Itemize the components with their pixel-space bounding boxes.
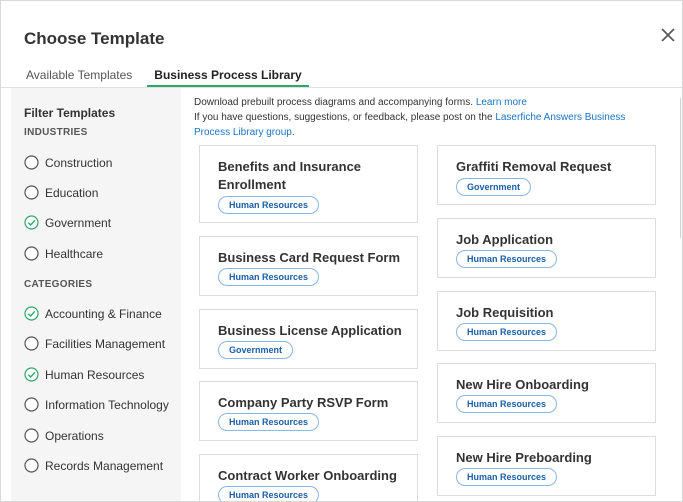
filter-label: Healthcare <box>45 246 104 261</box>
template-title: New Hire Preboarding <box>456 450 592 465</box>
radio-unchecked-icon <box>24 458 39 473</box>
template-card[interactable]: Graffiti Removal Request Government <box>437 145 656 205</box>
library-info: Download prebuilt process diagrams and a… <box>194 95 664 140</box>
radio-unchecked-icon <box>24 155 39 170</box>
category-badge: Human Resources <box>456 395 558 413</box>
template-title: New Hire Onboarding <box>456 377 589 392</box>
category-badge: Human Resources <box>218 413 320 431</box>
radio-unchecked-icon <box>24 336 39 351</box>
filter-label: Government <box>45 215 112 230</box>
category-badge: Human Resources <box>218 196 320 214</box>
dialog-title: Choose Template <box>24 29 165 48</box>
industries-heading: INDUSTRIES <box>24 127 88 138</box>
filter-category-accounting-finance[interactable]: Accounting & Finance <box>24 306 162 321</box>
template-title: Business License Application <box>218 323 402 338</box>
info-text: . <box>291 127 295 138</box>
filter-label: Human Resources <box>45 367 145 382</box>
template-title: Job Application <box>456 232 554 247</box>
filter-category-facilities-management[interactable]: Facilities Management <box>24 336 165 351</box>
filter-label: Records Management <box>45 458 164 473</box>
radio-unchecked-icon <box>24 397 39 412</box>
template-card[interactable]: New Hire Preboarding Human Resources <box>437 436 656 496</box>
template-card[interactable]: Business Card Request Form Human Resourc… <box>199 236 418 296</box>
check-circle-icon <box>24 306 39 321</box>
learn-more-link[interactable]: Learn more <box>476 97 527 108</box>
category-badge: Human Resources <box>456 250 558 268</box>
filter-industry-education[interactable]: Education <box>24 185 98 200</box>
filter-heading: Filter Templates <box>24 106 116 120</box>
category-badge: Government <box>218 341 294 359</box>
info-text: Download prebuilt process diagrams and a… <box>194 97 474 108</box>
filter-label: Construction <box>45 155 113 170</box>
category-badge: Human Resources <box>218 486 320 501</box>
filter-industry-healthcare[interactable]: Healthcare <box>24 246 103 261</box>
choose-template-dialog: Choose Template Available Templates Busi… <box>0 0 683 502</box>
check-circle-icon <box>24 367 39 382</box>
filter-category-information-technology[interactable]: Information Technology <box>24 397 169 412</box>
template-card[interactable]: Job Requisition Human Resources <box>437 291 656 351</box>
filter-category-records-management[interactable]: Records Management <box>24 458 163 473</box>
template-title: Business Card Request Form <box>218 250 401 265</box>
tab-bar: Available Templates Business Process Lib… <box>19 65 317 87</box>
category-badge: Human Resources <box>218 268 320 286</box>
template-card[interactable]: Company Party RSVP Form Human Resources <box>199 381 418 441</box>
category-badge: Human Resources <box>456 323 558 341</box>
tab-available-templates[interactable]: Available Templates <box>19 65 139 87</box>
category-badge: Government <box>456 178 532 196</box>
template-title: Graffiti Removal Request <box>456 159 612 174</box>
filter-category-human-resources[interactable]: Human Resources <box>24 367 144 382</box>
radio-unchecked-icon <box>24 246 39 261</box>
categories-heading: CATEGORIES <box>24 279 93 290</box>
category-badge: Human Resources <box>456 468 558 486</box>
check-circle-icon <box>24 215 39 230</box>
template-card[interactable]: Business License Application Government <box>199 309 418 369</box>
tab-business-process-library[interactable]: Business Process Library <box>147 65 309 87</box>
close-icon[interactable] <box>658 25 678 45</box>
filter-industry-construction[interactable]: Construction <box>24 155 112 170</box>
template-card[interactable]: Benefits and Insurance Enrollment Human … <box>199 145 418 223</box>
info-text: If you have questions, suggestions, or f… <box>194 112 493 123</box>
radio-unchecked-icon <box>24 185 39 200</box>
filter-label: Information Technology <box>45 397 169 412</box>
template-title: Contract Worker Onboarding <box>218 468 397 483</box>
filter-panel: Filter Templates INDUSTRIES Construction… <box>11 88 181 501</box>
filter-label: Accounting & Finance <box>45 306 162 321</box>
filter-industry-government[interactable]: Government <box>24 215 111 230</box>
filter-label: Facilities Management <box>45 336 166 351</box>
filter-label: Education <box>45 185 99 200</box>
template-title: Benefits and Insurance Enrollment <box>218 159 362 192</box>
filter-category-operations[interactable]: Operations <box>24 428 104 443</box>
template-card[interactable]: New Hire Onboarding Human Resources <box>437 363 656 423</box>
radio-unchecked-icon <box>24 428 39 443</box>
template-card[interactable]: Job Application Human Resources <box>437 218 656 278</box>
template-card[interactable]: Contract Worker Onboarding Human Resourc… <box>199 454 418 501</box>
template-title: Company Party RSVP Form <box>218 395 389 410</box>
filter-label: Operations <box>45 428 104 443</box>
template-title: Job Requisition <box>456 305 554 320</box>
